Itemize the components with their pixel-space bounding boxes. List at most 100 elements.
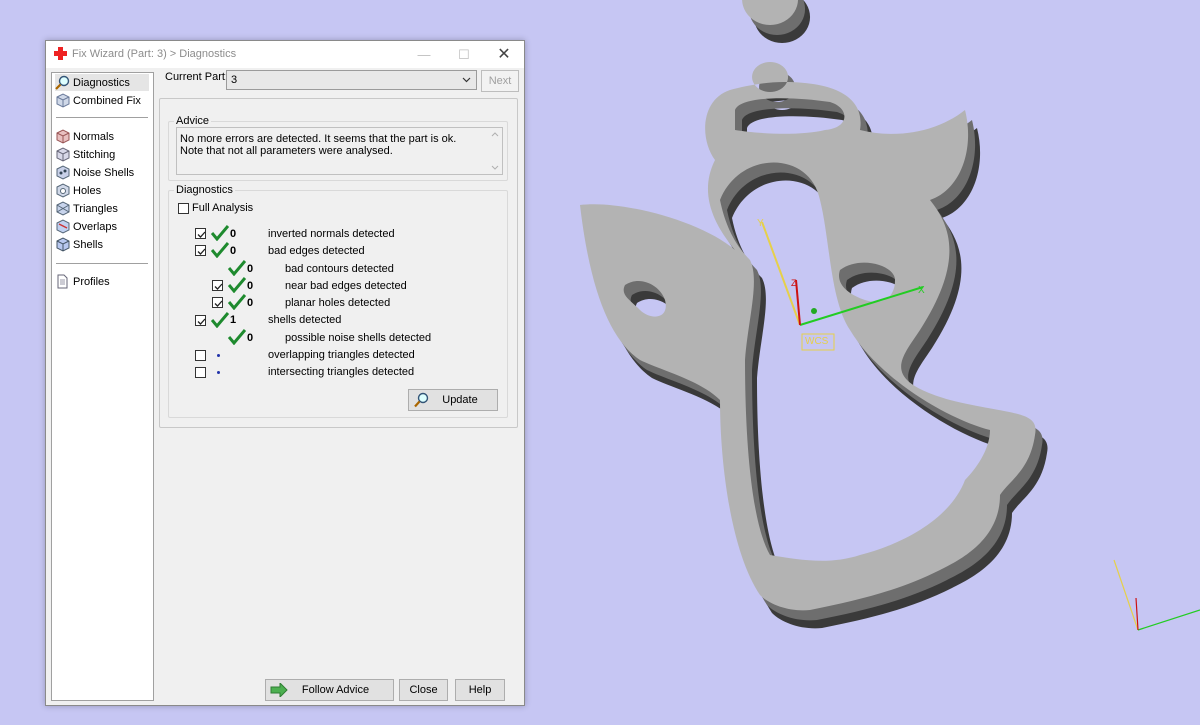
sidebar-item-triangles[interactable]: Triangles xyxy=(55,200,149,217)
window-title: Fix Wizard (Part: 3) > Diagnostics xyxy=(72,48,237,60)
sidebar-item-profiles[interactable]: Profiles xyxy=(55,273,149,290)
overlapping-triangles-label: overlapping triangles detected xyxy=(268,349,415,361)
checkmark-icon xyxy=(197,318,206,325)
stitching-icon xyxy=(56,147,70,162)
shells-label: shells detected xyxy=(268,314,342,326)
near-bad-edges-label: near bad edges detected xyxy=(285,280,407,292)
mini-y-axis-line xyxy=(1113,559,1139,631)
bad-contours-label: bad contours detected xyxy=(285,263,394,275)
red-cross-icon xyxy=(54,47,67,60)
planar-holes-label: planar holes detected xyxy=(285,297,391,309)
inverted-normals-checkbox[interactable] xyxy=(195,228,206,239)
advice-title: Advice xyxy=(174,115,212,127)
sidebar-item-combined-fix[interactable]: Combined Fix xyxy=(55,92,149,109)
green-check-icon xyxy=(211,312,229,328)
title-bar[interactable]: Fix Wizard (Part: 3) > Diagnostics — ☐ ✕ xyxy=(46,41,524,68)
intersecting-triangles-label: intersecting triangles detected xyxy=(268,366,415,378)
green-check-icon xyxy=(228,329,246,345)
sidebar-item-label: Combined Fix xyxy=(73,94,141,107)
chevron-down-icon xyxy=(462,77,471,83)
sidebar-item-label: Profiles xyxy=(73,275,110,288)
inverted-normals-count: 0 xyxy=(230,228,237,240)
advice-textbox[interactable]: No more errors are detected. It seems th… xyxy=(176,127,503,175)
normals-icon xyxy=(56,129,70,144)
bad-contours-count: 0 xyxy=(247,263,254,275)
current-part-select[interactable]: 3 xyxy=(226,70,477,90)
checkmark-icon xyxy=(197,231,206,238)
follow-advice-label: Follow Advice xyxy=(301,684,370,696)
axis-x-label: X xyxy=(918,285,925,296)
shells-count: 1 xyxy=(230,314,237,326)
sidebar-item-label: Normals xyxy=(73,130,114,143)
next-button[interactable]: Next xyxy=(481,70,519,92)
current-part-value: 3 xyxy=(231,74,238,86)
sidebar-item-diagnostics[interactable]: Diagnostics xyxy=(55,74,149,91)
diagnostics-title: Diagnostics xyxy=(174,184,235,196)
noise-shells-count: 0 xyxy=(247,332,254,344)
sidebar-item-label: Noise Shells xyxy=(73,166,135,179)
noise-shells-label: possible noise shells detected xyxy=(285,332,432,344)
fix-wizard-window: Fix Wizard (Part: 3) > Diagnostics — ☐ ✕… xyxy=(45,40,525,706)
scroll-arrows-icon xyxy=(491,132,499,170)
close-button[interactable]: Close xyxy=(399,679,448,701)
green-check-icon xyxy=(211,242,229,258)
checkmark-icon xyxy=(214,300,223,307)
mini-x-axis-line xyxy=(1137,609,1200,631)
green-check-icon xyxy=(228,277,246,293)
maximize-button[interactable]: ☐ xyxy=(444,41,484,68)
update-button[interactable]: Update xyxy=(408,389,498,411)
sidebar-item-holes[interactable]: Holes xyxy=(55,182,149,199)
near-bad-edges-count: 0 xyxy=(247,280,254,292)
green-arrow-icon xyxy=(270,683,288,697)
help-button[interactable]: Help xyxy=(455,679,505,701)
sidebar-item-stitching[interactable]: Stitching xyxy=(55,146,149,163)
bad-edges-count: 0 xyxy=(230,245,237,257)
sidebar-item-noise-shells[interactable]: Noise Shells xyxy=(55,164,149,181)
cube-icon xyxy=(56,93,70,108)
holes-icon xyxy=(56,183,70,198)
sidebar-item-label: Shells xyxy=(73,238,103,251)
green-check-icon xyxy=(211,225,229,241)
advice-text: No more errors are detected. It seems th… xyxy=(180,133,457,157)
sidebar-item-shells[interactable]: Shells xyxy=(55,236,149,253)
sidebar-divider xyxy=(56,263,148,264)
noise-shells-icon xyxy=(56,165,70,180)
advice-scrollbar[interactable] xyxy=(488,128,502,174)
sidebar-item-normals[interactable]: Normals xyxy=(55,128,149,145)
planar-holes-count: 0 xyxy=(247,297,254,309)
follow-advice-button[interactable]: Follow Advice xyxy=(265,679,394,701)
full-analysis-label: Full Analysis xyxy=(192,202,254,214)
sidebar-item-overlaps[interactable]: Overlaps xyxy=(55,218,149,235)
sidebar: Diagnostics Combined Fix Normals Stitchi… xyxy=(51,72,154,701)
bad-edges-checkbox[interactable] xyxy=(195,245,206,256)
close-window-button[interactable]: ✕ xyxy=(484,41,524,68)
full-analysis-checkbox[interactable] xyxy=(178,203,189,214)
document-icon xyxy=(57,274,68,289)
checkmark-icon xyxy=(214,283,223,290)
sidebar-item-label: Diagnostics xyxy=(73,76,130,89)
not-analysed-dot xyxy=(217,371,220,374)
sidebar-item-label: Triangles xyxy=(73,202,118,215)
overlapping-triangles-checkbox[interactable] xyxy=(195,350,206,361)
sidebar-divider xyxy=(56,117,148,118)
intersecting-triangles-checkbox[interactable] xyxy=(195,367,206,378)
overlaps-icon xyxy=(56,219,70,234)
triangles-icon xyxy=(56,201,70,216)
update-label: Update xyxy=(442,394,478,406)
not-analysed-dot xyxy=(217,354,220,357)
shells-checkbox[interactable] xyxy=(195,315,206,326)
current-part-label: Current Part: xyxy=(165,71,228,83)
sidebar-item-label: Holes xyxy=(73,184,102,197)
sidebar-item-label: Stitching xyxy=(73,148,116,161)
axis-z-label: Z xyxy=(791,278,797,288)
planar-holes-checkbox[interactable] xyxy=(212,297,223,308)
axis-y-label: Y xyxy=(757,218,764,229)
wcs-label: WCS xyxy=(805,336,829,347)
inverted-normals-label: inverted normals detected xyxy=(268,228,395,240)
minimize-button[interactable]: — xyxy=(404,41,444,68)
checkmark-icon xyxy=(197,248,206,255)
shells-icon xyxy=(56,237,70,252)
y-axis-line xyxy=(761,221,801,326)
green-check-icon xyxy=(228,294,246,310)
near-bad-edges-checkbox[interactable] xyxy=(212,280,223,291)
